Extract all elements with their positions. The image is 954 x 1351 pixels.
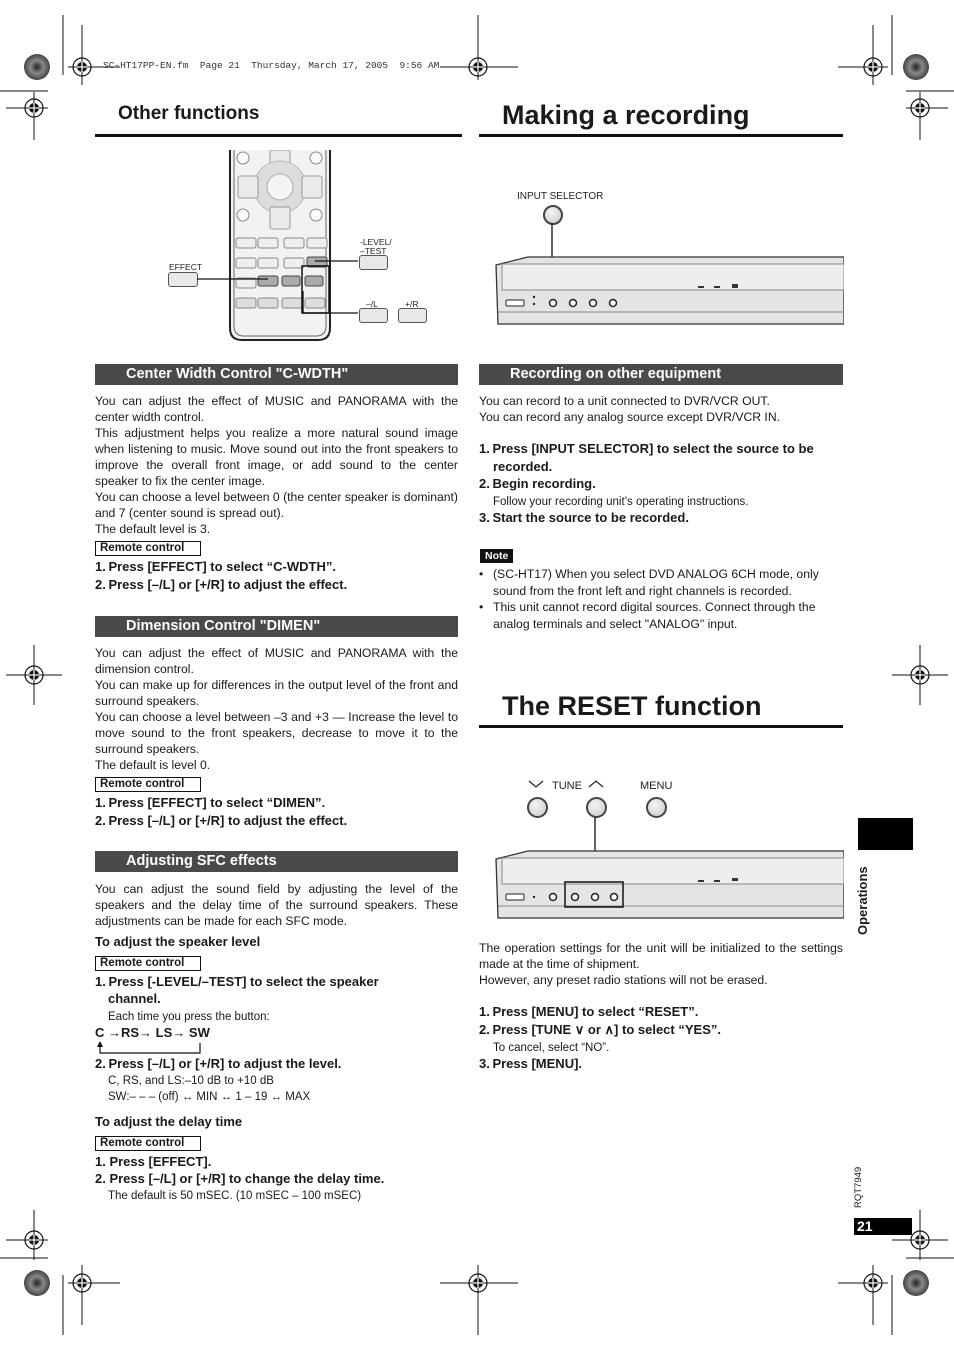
paragraph: You can adjust the effect of MUSIC and P… (95, 646, 458, 676)
center-width-step-1: 1. Press [EFFECT] to select “C-WDTH”. (95, 559, 336, 574)
recording-step-1: 1. Press [INPUT SELECTOR] to select the … (479, 441, 814, 456)
paragraph: This adjustment helps you realize a more… (95, 426, 458, 488)
center-width-body: You can adjust the effect of MUSIC and P… (95, 393, 458, 537)
dimension-step-1: 1. Press [EFFECT] to select “DIMEN”. (95, 795, 326, 810)
print-header: SC-HT17PP-EN.fm Page 21 Thursday, March … (103, 60, 440, 71)
paragraph: However, any preset radio stations will … (479, 973, 768, 987)
other-functions-title: Other functions (118, 103, 260, 124)
tune-down-chevron-icon (528, 780, 544, 788)
page-number: 21 (854, 1218, 912, 1235)
remote-control-illustration (228, 149, 332, 342)
section-heading-dimension: Dimension Control "DIMEN" (95, 616, 458, 637)
paragraph: The default level is 3. (95, 522, 211, 536)
paragraph: The default is level 0. (95, 758, 211, 772)
reset-body: The operation settings for the unit will… (479, 940, 843, 988)
note-tag: Note (480, 549, 514, 563)
note-item: • (SC-HT17) When you select DVD ANALOG 6C… (479, 567, 819, 598)
level-test-callout-label: -LEVEL/ –TEST (360, 237, 392, 256)
dimension-step-2: 2. Press [–/L] or [+/R] to adjust the ef… (95, 813, 348, 828)
remote-control-tag: Remote control (95, 1136, 201, 1151)
side-tab-operations: Operations (855, 866, 870, 935)
plus-r-callout-button (398, 308, 427, 323)
recording-step-3: 3. Start the source to be recorded. (479, 510, 689, 525)
speaker-level-range-1: C, RS, and LS:–10 dB to +10 dB (108, 1075, 274, 1087)
delay-time-note: The default is 50 mSEC. (10 mSEC – 100 m… (108, 1190, 362, 1202)
recording-body: You can record to a unit connected to DV… (479, 393, 843, 425)
sfc-body: You can adjust the sound field by adjust… (95, 882, 458, 928)
remote-control-tag: Remote control (95, 956, 201, 971)
reset-step-1: 1. Press [MENU] to select “RESET”. (479, 1004, 699, 1019)
reset-step-3: 3. Press [MENU]. (479, 1056, 583, 1071)
doc-code: RQT7949 (853, 1166, 864, 1208)
reset-step-2-note: To cancel, select “NO”. (493, 1042, 610, 1054)
recording-notes: • (SC-HT17) When you select DVD ANALOG 6C… (479, 566, 843, 632)
paragraph: You can record any analog source except … (479, 410, 781, 424)
section-heading-recording: Recording on other equipment (479, 364, 843, 385)
paragraph: You can record to a unit connected to DV… (479, 394, 770, 408)
speaker-level-step-1-note: Each time you press the button: (108, 1011, 270, 1023)
recording-step-1-cont: recorded. (493, 459, 553, 474)
menu-callout-label: MENU (640, 780, 673, 792)
recording-step-2-note: Follow your recording unit’s operating i… (493, 496, 749, 508)
speaker-level-step-1-cont: channel. (108, 991, 161, 1006)
paragraph: You can adjust the effect of MUSIC and P… (95, 394, 458, 424)
effect-callout-label: EFFECT (169, 262, 203, 272)
tune-callout-label: TUNE (552, 780, 582, 792)
remote-control-tag: Remote control (95, 541, 201, 556)
speaker-level-subheading: To adjust the speaker level (95, 934, 261, 949)
title-rule (95, 134, 462, 137)
note-item: • This unit cannot record digital sources… (479, 600, 816, 631)
paragraph: You can make up for differences in the o… (95, 678, 458, 708)
dimension-body: You can adjust the effect of MUSIC and P… (95, 645, 458, 773)
paragraph: The operation settings for the unit will… (479, 941, 843, 971)
title-rule (479, 725, 843, 728)
paragraph: You can choose a level between 0 (the ce… (95, 490, 458, 520)
av-receiver-front-panel (495, 817, 844, 919)
delay-time-step-1: 1. Press [EFFECT]. (95, 1154, 212, 1169)
section-heading-sfc: Adjusting SFC effects (95, 851, 458, 872)
av-receiver-front-panel (495, 223, 844, 325)
speaker-level-step-1: 1. Press [-LEVEL/–TEST] to select the sp… (95, 974, 379, 989)
minus-l-callout-button (359, 308, 388, 323)
input-selector-callout-label: INPUT SELECTOR (517, 191, 604, 202)
title-rule (479, 134, 843, 137)
paragraph: You can choose a level between –3 and +3… (95, 710, 458, 756)
reset-function-title: The RESET function (502, 691, 762, 721)
sequence-loop-arrow (97, 1041, 201, 1054)
level-test-callout-button (359, 255, 388, 270)
section-heading-center-width: Center Width Control "C-WDTH" (95, 364, 458, 385)
speaker-level-step-2: 2. Press [–/L] or [+/R] to adjust the le… (95, 1056, 342, 1071)
speaker-level-range-2: SW:– – – (off) ↔ MIN ↔ 1 – 19 ↔ MAX (108, 1091, 311, 1103)
remote-control-tag: Remote control (95, 777, 201, 792)
effect-callout-button (168, 272, 198, 287)
recording-step-2: 2. Begin recording. (479, 476, 596, 491)
making-recording-title: Making a recording (502, 100, 750, 130)
delay-time-step-2: 2. Press [–/L] or [+/R] to change the de… (95, 1171, 385, 1186)
section-thumb-tab (858, 818, 913, 850)
center-width-step-2: 2. Press [–/L] or [+/R] to adjust the ef… (95, 577, 348, 592)
delay-time-subheading: To adjust the delay time (95, 1114, 243, 1129)
reset-step-2: 2. Press [TUNE ∨ or ∧] to select “YES”. (479, 1022, 721, 1037)
tune-up-chevron-icon (588, 780, 604, 788)
